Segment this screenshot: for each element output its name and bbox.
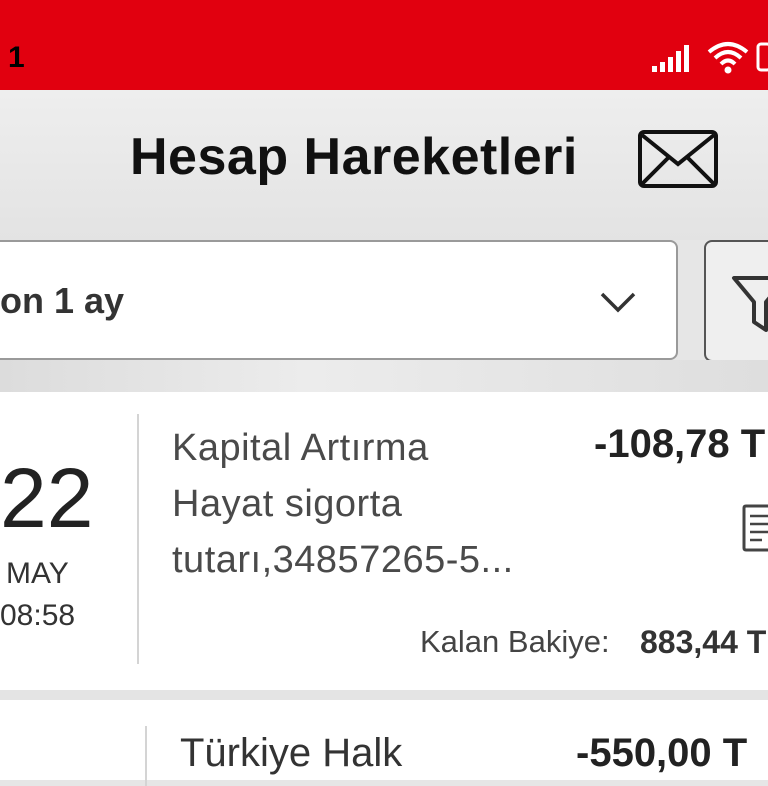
transaction-description: Türkiye Halk <box>180 731 403 775</box>
description-line: Kapital Artırma <box>172 427 429 469</box>
signal-icon <box>652 45 689 72</box>
balance-value: 883,44 T <box>640 624 767 660</box>
filter-icon[interactable] <box>730 270 768 334</box>
transaction-day: 22 <box>0 451 94 545</box>
transaction-time: 08:58 <box>0 599 76 632</box>
transaction-month: MAY <box>6 557 69 590</box>
battery-icon <box>756 42 768 72</box>
date-divider <box>137 414 139 664</box>
description-line: Hayat sigorta <box>172 483 403 525</box>
transaction-amount: -108,78 T <box>594 422 766 466</box>
status-time: 1 <box>8 41 25 74</box>
page-title: Hesap Hareketleri <box>130 128 578 186</box>
wifi-icon <box>707 42 749 74</box>
balance-label: Kalan Bakiye: <box>420 624 610 659</box>
mail-icon[interactable] <box>638 130 718 188</box>
section-band <box>0 360 768 392</box>
description-line: tutarı,34857265-5... <box>172 539 514 581</box>
receipt-icon[interactable] <box>742 504 768 552</box>
card-gap <box>0 690 768 700</box>
transaction-amount: -550,00 T <box>576 731 748 775</box>
period-select[interactable]: on 1 ay <box>0 240 678 360</box>
chevron-down-icon[interactable] <box>598 286 638 316</box>
period-value: on 1 ay <box>0 280 125 321</box>
transaction-description: Kapital Artırma Hayat sigorta tutarı,348… <box>172 420 592 588</box>
date-divider <box>145 726 147 786</box>
